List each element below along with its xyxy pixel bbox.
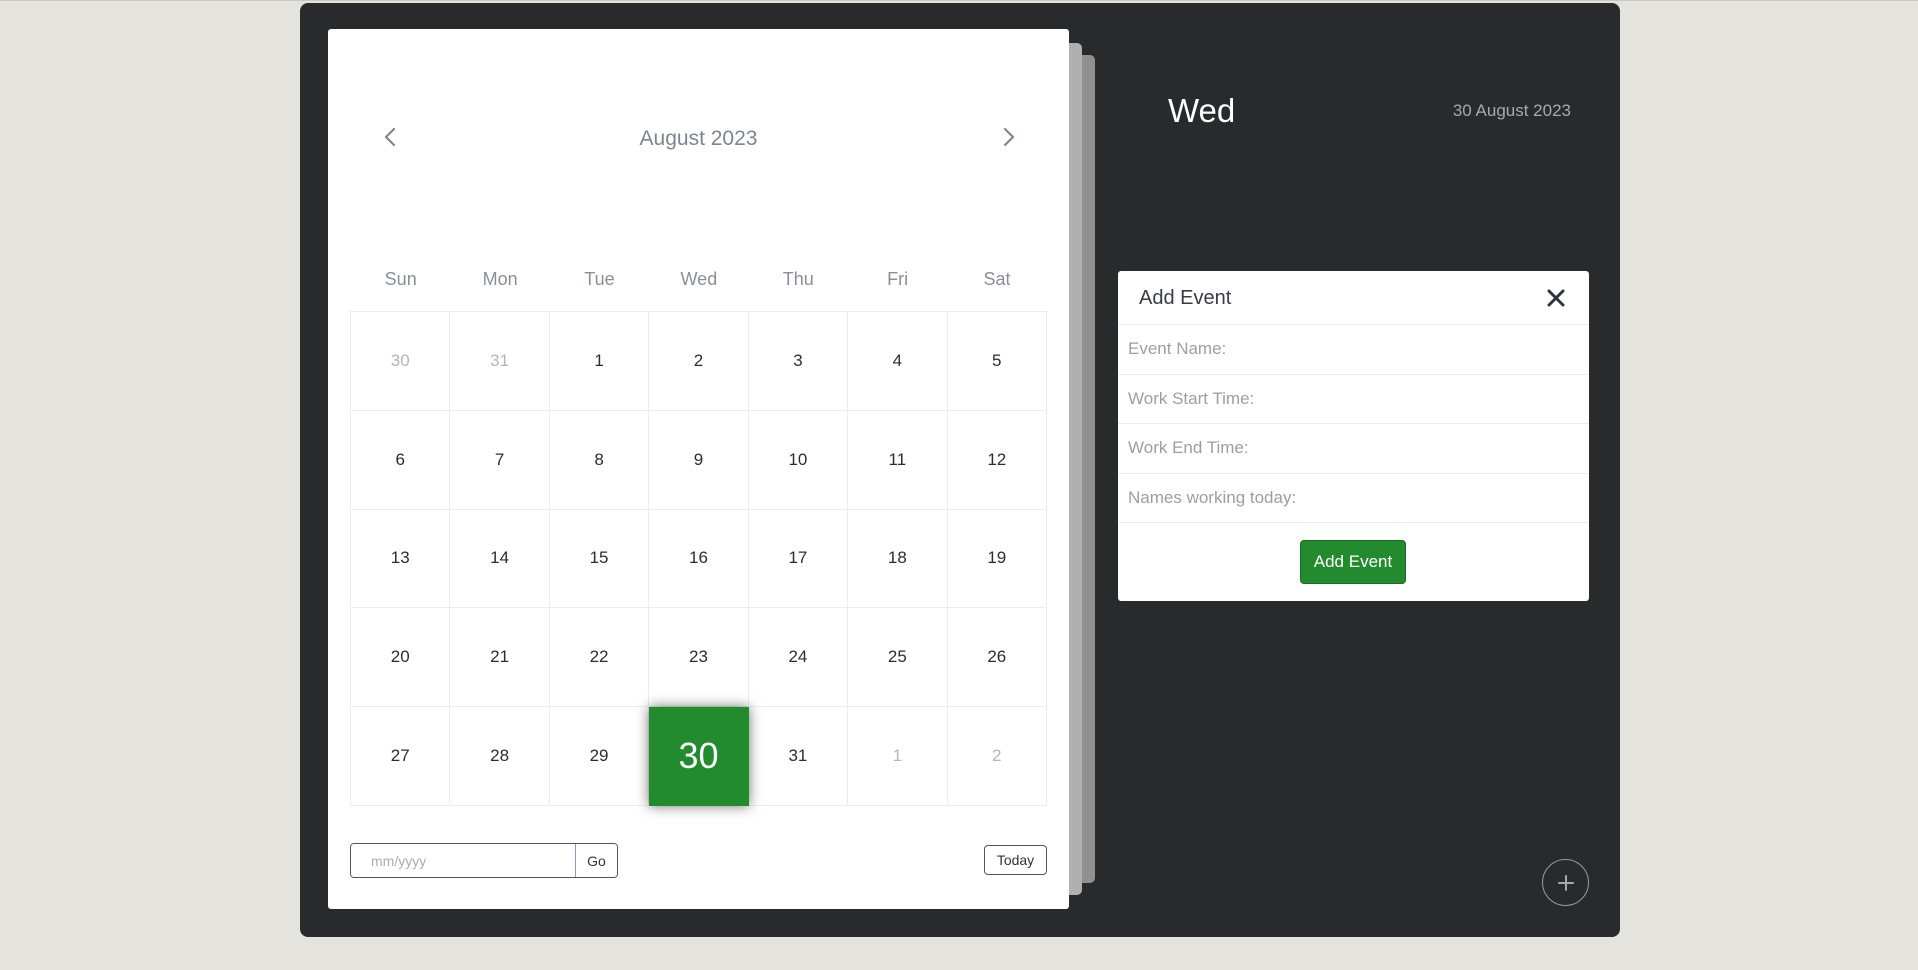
weekday-mon: Mon [482,269,518,289]
day-cell[interactable]: 22 [549,608,650,708]
weekday-tue: Tue [584,269,615,289]
day-cell[interactable]: 31 [450,312,550,411]
day-cell[interactable]: 8 [549,410,650,510]
chevron-right-icon [1003,127,1015,147]
selected-day-name: Wed [1168,92,1236,129]
names-working-input[interactable] [1118,473,1589,522]
work-end-field-row [1118,424,1589,474]
month-title: August 2023 [639,127,758,150]
month-header: August 2023 [328,99,1069,181]
day-cell[interactable]: 15 [549,509,650,609]
close-modal-button[interactable] [1544,286,1568,310]
add-event-fab[interactable] [1542,859,1589,906]
day-cell[interactable]: 12 [947,410,1047,510]
day-cell[interactable]: 30 [351,312,451,411]
day-cell[interactable]: 11 [848,410,948,510]
day-cell[interactable]: 7 [450,410,550,510]
day-cell[interactable]: 18 [848,509,948,609]
weekday-header-row: Sun Mon Tue Wed Thu Fri Sat [351,269,1047,290]
day-cell[interactable]: 3 [748,312,849,411]
day-cell[interactable]: 31 [748,707,849,806]
selected-date-text: 30 August 2023 [1452,101,1571,120]
add-event-modal: Add Event Add Event [1118,271,1589,601]
day-cell[interactable]: 21 [450,608,550,708]
day-cell[interactable]: 13 [351,509,451,609]
go-button[interactable]: Go [575,844,617,877]
modal-title: Add Event [1139,287,1232,309]
day-cell[interactable]: 20 [351,608,451,708]
event-name-field-row [1118,325,1589,375]
weekday-thu: Thu [782,269,814,289]
page-stack-shadow-1 [1068,43,1082,895]
goto-date-input[interactable] [351,844,575,877]
day-cell[interactable]: 26 [947,608,1047,708]
names-working-field-row [1118,473,1589,523]
weekday-sun: Sun [384,269,417,289]
day-cell[interactable]: 25 [848,608,948,708]
today-button[interactable]: Today [984,845,1047,875]
weekday-fri: Fri [887,269,909,289]
day-cell[interactable]: 1 [848,707,948,806]
day-cell[interactable]: 5 [947,312,1047,411]
day-cell[interactable]: 17 [748,509,849,609]
plus-icon [1557,874,1574,891]
work-start-field-row [1118,374,1589,424]
day-cell[interactable]: 16 [649,509,749,609]
day-cell[interactable]: 6 [351,410,451,510]
day-cell[interactable]: 2 [649,312,749,411]
day-cell[interactable]: 9 [649,410,749,510]
day-cell[interactable]: 29 [549,707,650,806]
work-start-time-input[interactable] [1118,374,1589,423]
weekday-sat: Sat [983,269,1011,289]
day-cell[interactable]: 28 [450,707,550,806]
day-cell[interactable]: 14 [450,509,550,609]
next-month-button[interactable] [989,117,1029,157]
day-cell-selected[interactable]: 30 [649,707,749,806]
day-cell[interactable]: 27 [351,707,451,806]
day-grid: 30 31 1 2 3 4 5 6 7 8 9 10 11 12 13 14 15 16 17 18 19 20 21 22 2… [350,311,1047,806]
page-stack-shadow-2 [1082,55,1095,883]
day-cell[interactable]: 19 [947,509,1047,609]
work-end-time-input[interactable] [1118,424,1589,473]
day-cell[interactable]: 1 [549,312,650,411]
goto-date-form: Go [350,843,618,878]
calendar-panel: August 2023 Sun Mon Tue Wed Thu Fri Sat … [328,29,1069,909]
weekday-wed: Wed [680,269,718,289]
add-event-submit-button[interactable]: Add Event [1300,540,1406,584]
top-divider [0,0,1918,1]
day-cell[interactable]: 4 [848,312,948,411]
close-icon [1547,289,1565,307]
day-cell[interactable]: 2 [947,707,1047,806]
modal-header: Add Event [1118,271,1589,325]
day-cell[interactable]: 10 [748,410,849,510]
day-cell[interactable]: 24 [748,608,849,708]
day-cell[interactable]: 23 [649,608,749,708]
event-name-input[interactable] [1118,325,1589,374]
